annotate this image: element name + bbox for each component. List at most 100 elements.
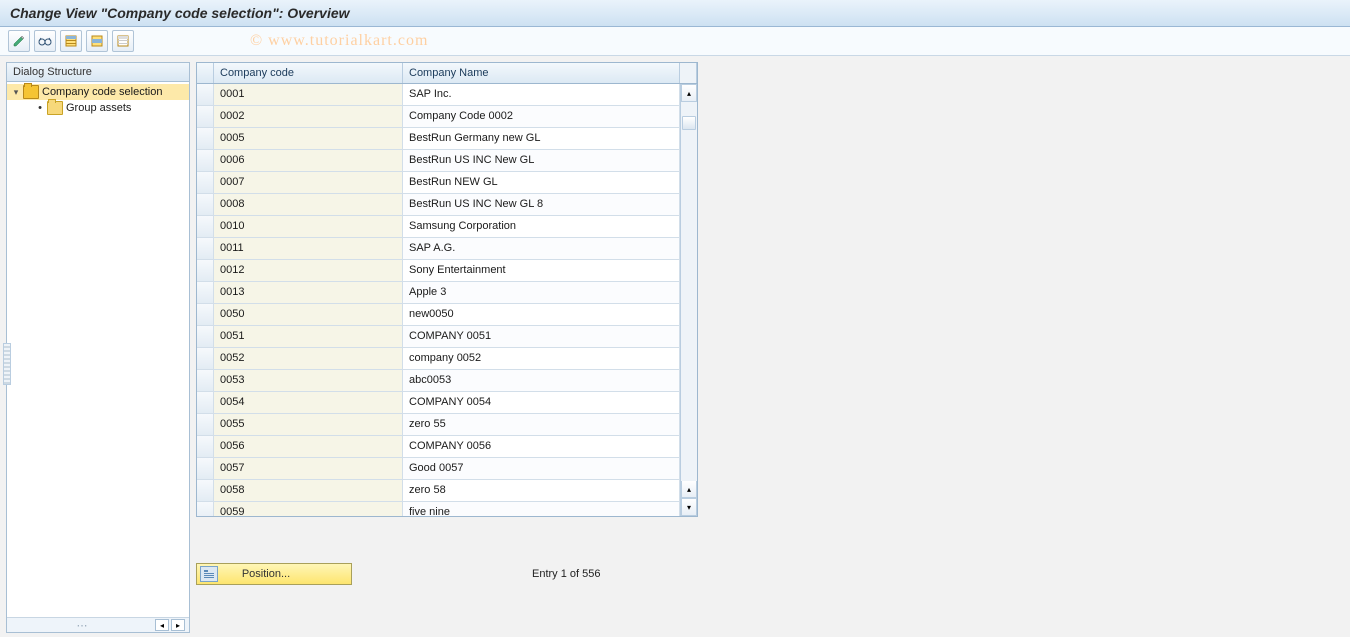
scroll-thumb[interactable] [682, 116, 696, 130]
row-selector[interactable] [197, 282, 214, 303]
table-row: 0052company 0052 [197, 348, 680, 370]
cell-company-name[interactable]: Company Code 0002 [403, 106, 680, 127]
row-selector[interactable] [197, 304, 214, 325]
dialog-structure-panel: Dialog Structure ▾ Company code selectio… [6, 62, 190, 633]
cell-company-name[interactable]: COMPANY 0051 [403, 326, 680, 347]
row-selector[interactable] [197, 84, 214, 105]
cell-company-name[interactable]: abc0053 [403, 370, 680, 391]
tree-node-company-code-selection[interactable]: ▾ Company code selection [7, 84, 189, 100]
toolbar-select-block-button[interactable] [86, 30, 108, 52]
tree-node-group-assets[interactable]: • Group assets [7, 100, 189, 116]
row-selector[interactable] [197, 436, 214, 457]
position-button[interactable]: Position... [196, 563, 352, 585]
cell-company-name[interactable]: COMPANY 0054 [403, 392, 680, 413]
toolbar-select-all-button[interactable] [60, 30, 82, 52]
splitter-handle[interactable] [3, 343, 11, 385]
cell-company-name[interactable]: Good 0057 [403, 458, 680, 479]
select-block-icon [91, 35, 103, 47]
row-selector[interactable] [197, 326, 214, 347]
row-selector[interactable] [197, 128, 214, 149]
scroll-track[interactable] [681, 102, 697, 481]
table-row: 0006BestRun US INC New GL [197, 150, 680, 172]
cell-company-code[interactable]: 0059 [214, 502, 403, 516]
scroll-up-button[interactable]: ▴ [681, 84, 697, 102]
table-row: 0010Samsung Corporation [197, 216, 680, 238]
cell-company-code[interactable]: 0011 [214, 238, 403, 259]
cell-company-name[interactable]: COMPANY 0056 [403, 436, 680, 457]
application-toolbar: © www.tutorialkart.com [0, 27, 1350, 56]
main-content-area: Company code Company Name 0001SAP Inc.00… [196, 62, 1344, 633]
cell-company-code[interactable]: 0054 [214, 392, 403, 413]
cell-company-code[interactable]: 0013 [214, 282, 403, 303]
cell-company-code[interactable]: 0012 [214, 260, 403, 281]
table-header-selector[interactable] [197, 63, 214, 83]
scroll-grip-icon[interactable]: ⋯ [11, 619, 153, 632]
cell-company-code[interactable]: 0007 [214, 172, 403, 193]
cell-company-name[interactable]: SAP A.G. [403, 238, 680, 259]
cell-company-name[interactable]: BestRun US INC New GL 8 [403, 194, 680, 215]
table-header-company-name[interactable]: Company Name [403, 63, 680, 83]
row-selector[interactable] [197, 370, 214, 391]
table-header-company-code[interactable]: Company code [214, 63, 403, 83]
cell-company-name[interactable]: zero 58 [403, 480, 680, 501]
cell-company-code[interactable]: 0055 [214, 414, 403, 435]
cell-company-name[interactable]: BestRun Germany new GL [403, 128, 680, 149]
cell-company-code[interactable]: 0053 [214, 370, 403, 391]
scroll-left-button[interactable]: ◂ [155, 619, 169, 631]
cell-company-code[interactable]: 0057 [214, 458, 403, 479]
toolbar-change-button[interactable] [34, 30, 56, 52]
cell-company-name[interactable]: new0050 [403, 304, 680, 325]
cell-company-code[interactable]: 0056 [214, 436, 403, 457]
cell-company-code[interactable]: 0001 [214, 84, 403, 105]
scroll-up-page-button[interactable]: ▴ [681, 481, 697, 498]
row-selector[interactable] [197, 106, 214, 127]
tree-leaf-bullet-icon: • [35, 102, 45, 114]
cell-company-code[interactable]: 0051 [214, 326, 403, 347]
cell-company-name[interactable]: company 0052 [403, 348, 680, 369]
cell-company-code[interactable]: 0002 [214, 106, 403, 127]
toolbar-display-change-button[interactable] [8, 30, 30, 52]
row-selector[interactable] [197, 458, 214, 479]
cell-company-name[interactable]: zero 55 [403, 414, 680, 435]
cell-company-name[interactable]: Apple 3 [403, 282, 680, 303]
cell-company-name[interactable]: Sony Entertainment [403, 260, 680, 281]
cell-company-name[interactable]: five nine [403, 502, 680, 516]
select-all-icon [65, 35, 77, 47]
cell-company-code[interactable]: 0005 [214, 128, 403, 149]
cell-company-name[interactable]: SAP Inc. [403, 84, 680, 105]
entry-counter-text: Entry 1 of 556 [532, 568, 601, 580]
toolbar-deselect-all-button[interactable] [112, 30, 134, 52]
scroll-right-button[interactable]: ▸ [171, 619, 185, 631]
watermark-text: © www.tutorialkart.com [250, 32, 428, 50]
table-row: 0011SAP A.G. [197, 238, 680, 260]
row-selector[interactable] [197, 238, 214, 259]
position-button-label: Position... [242, 568, 290, 580]
cell-company-code[interactable]: 0006 [214, 150, 403, 171]
scroll-down-button[interactable]: ▾ [681, 498, 697, 516]
cell-company-code[interactable]: 0008 [214, 194, 403, 215]
row-selector[interactable] [197, 260, 214, 281]
cell-company-code[interactable]: 0058 [214, 480, 403, 501]
expand-collapse-icon[interactable]: ▾ [11, 87, 21, 98]
cell-company-name[interactable]: BestRun US INC New GL [403, 150, 680, 171]
cell-company-name[interactable]: Samsung Corporation [403, 216, 680, 237]
pencil-icon [13, 35, 25, 47]
row-selector[interactable] [197, 172, 214, 193]
row-selector[interactable] [197, 480, 214, 501]
table-row: 0012Sony Entertainment [197, 260, 680, 282]
row-selector[interactable] [197, 414, 214, 435]
cell-company-name[interactable]: BestRun NEW GL [403, 172, 680, 193]
row-selector[interactable] [197, 194, 214, 215]
row-selector[interactable] [197, 392, 214, 413]
table-row: 0005BestRun Germany new GL [197, 128, 680, 150]
table-footer: Position... Entry 1 of 556 [196, 563, 1344, 585]
table-row: 0013Apple 3 [197, 282, 680, 304]
cell-company-code[interactable]: 0010 [214, 216, 403, 237]
row-selector[interactable] [197, 216, 214, 237]
row-selector[interactable] [197, 502, 214, 516]
tree-horizontal-scrollbar: ⋯ ◂ ▸ [7, 617, 189, 632]
cell-company-code[interactable]: 0052 [214, 348, 403, 369]
row-selector[interactable] [197, 348, 214, 369]
cell-company-code[interactable]: 0050 [214, 304, 403, 325]
row-selector[interactable] [197, 150, 214, 171]
